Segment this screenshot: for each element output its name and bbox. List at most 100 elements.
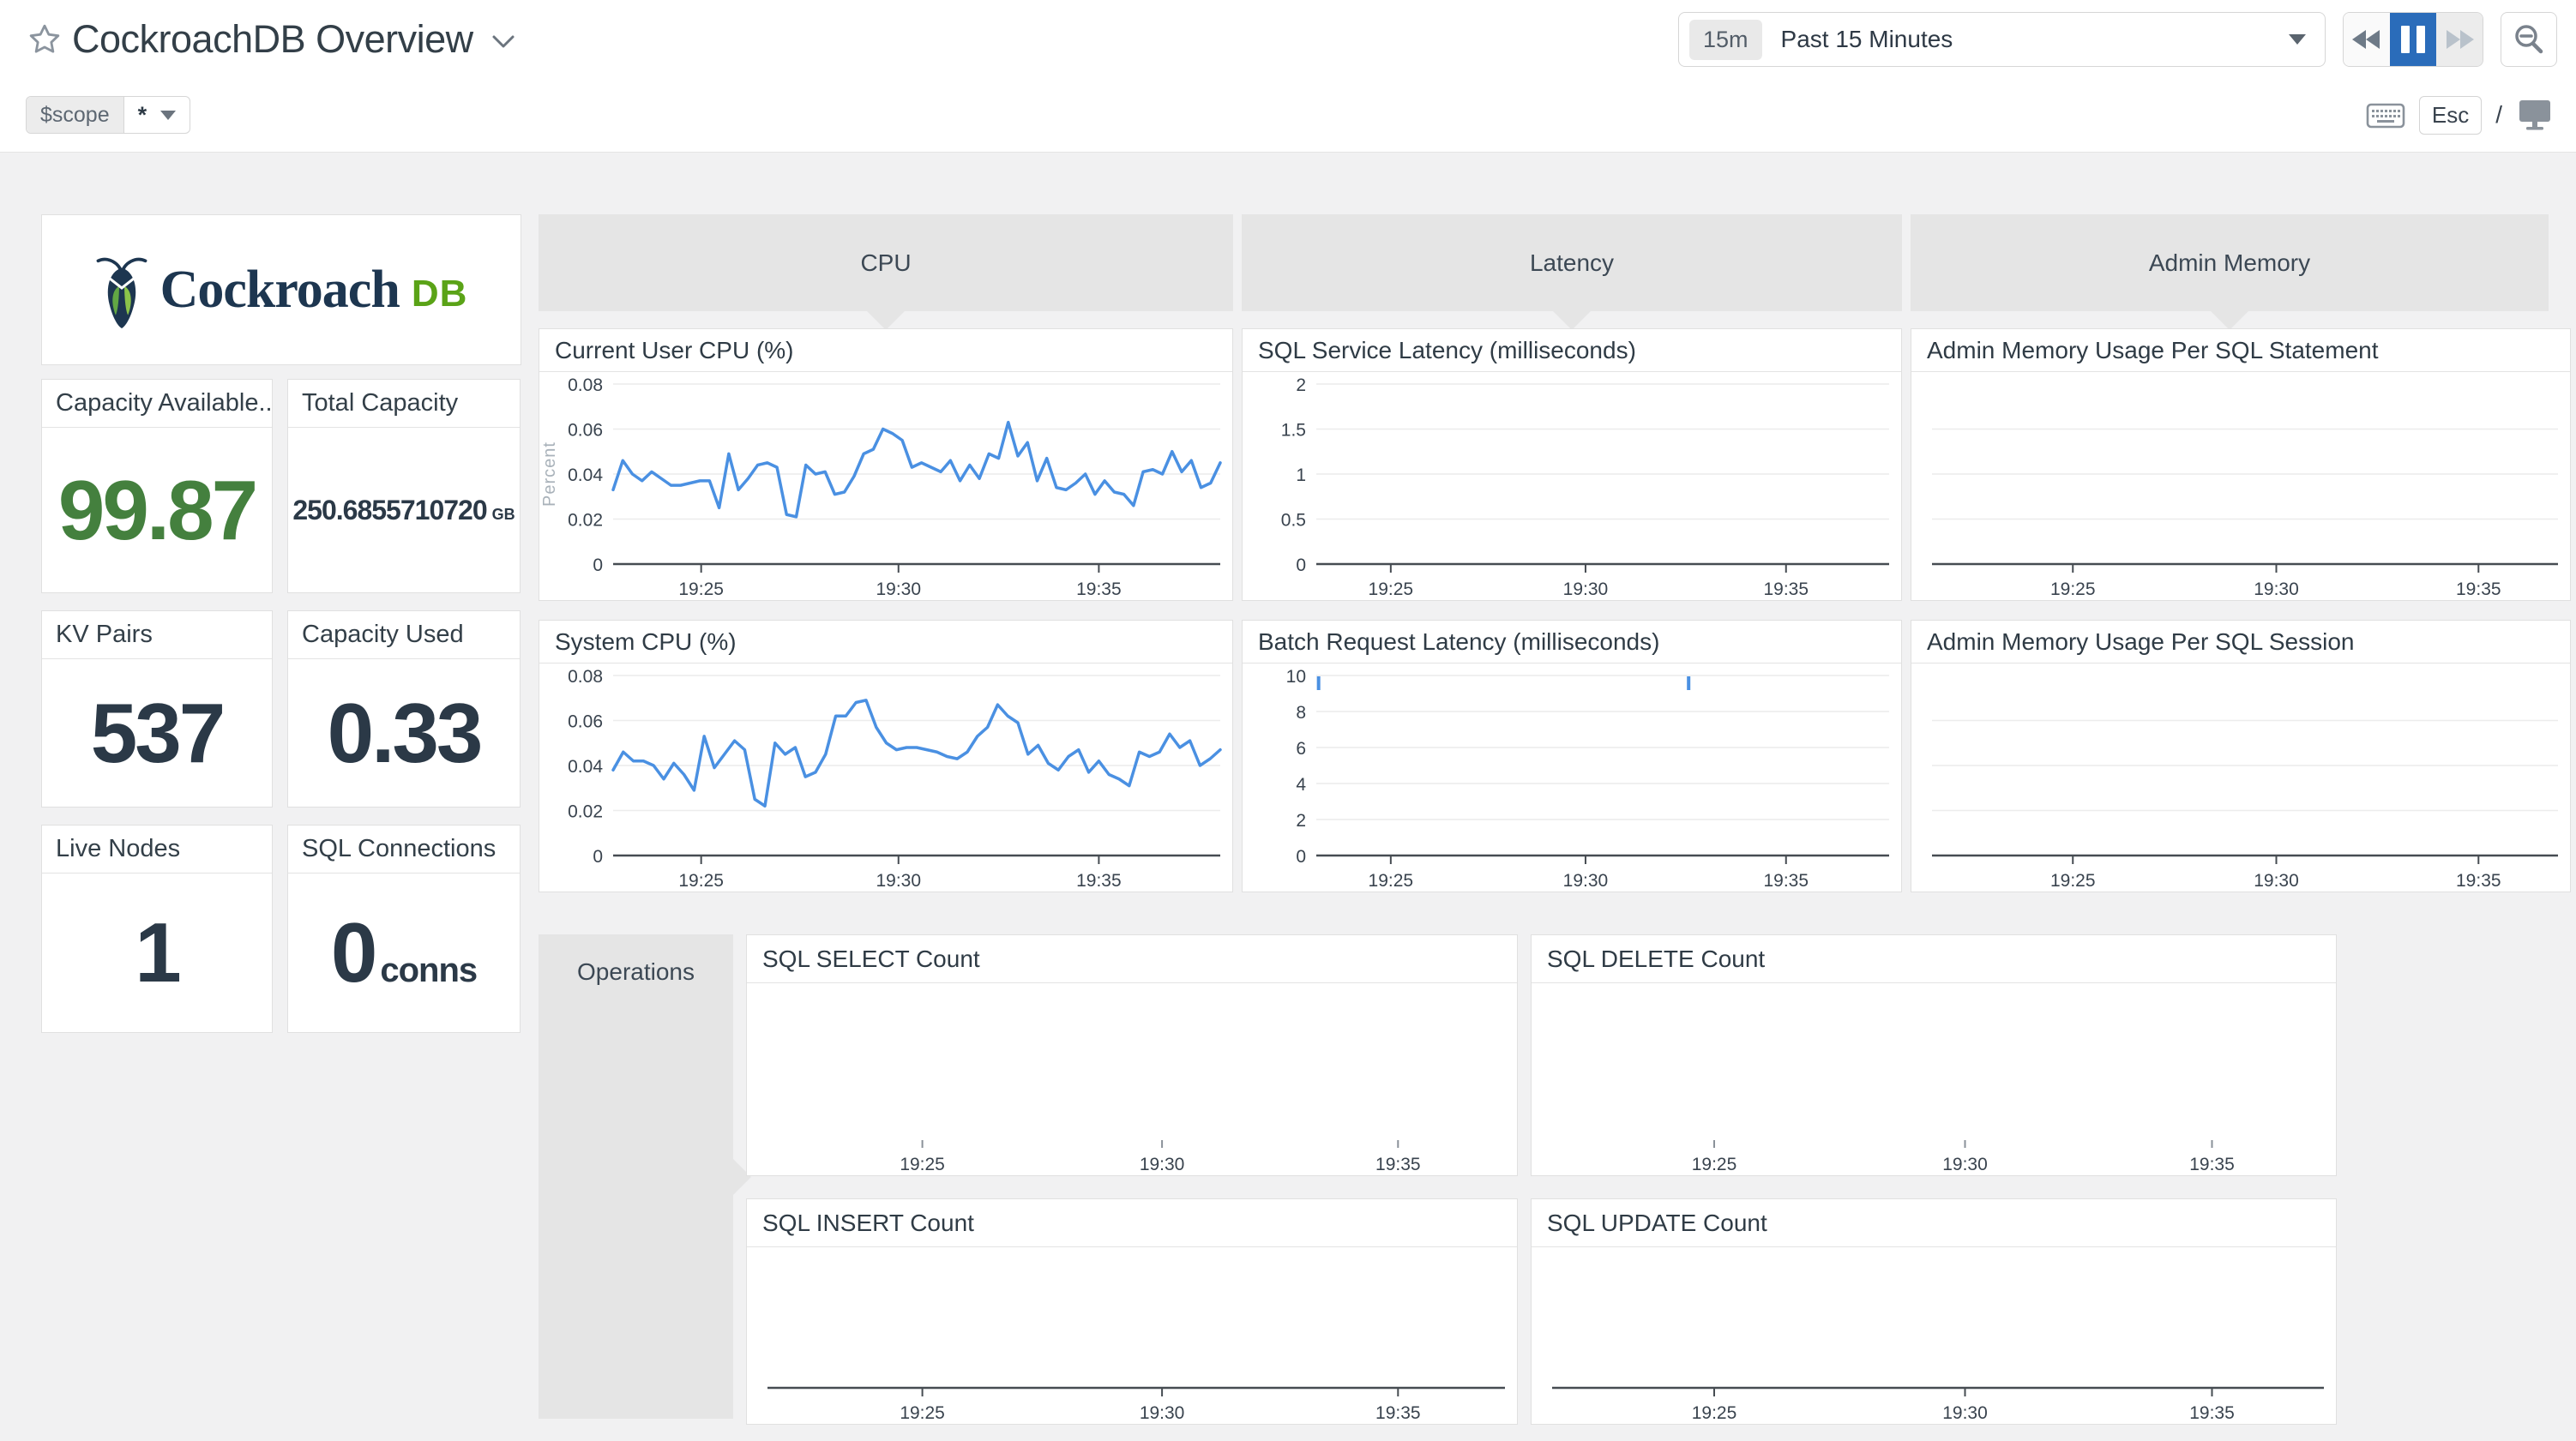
timeseries-plot[interactable]: 19:2519:3019:35	[747, 983, 1517, 1175]
svg-text:1: 1	[1296, 465, 1306, 485]
svg-text:1.5: 1.5	[1281, 421, 1306, 441]
group-banner-admin-memory[interactable]: Admin Memory	[1911, 214, 2549, 311]
svg-text:4: 4	[1296, 775, 1306, 795]
svg-text:19:25: 19:25	[678, 871, 724, 891]
svg-text:0.02: 0.02	[568, 802, 603, 822]
group-banner-latency[interactable]: Latency	[1242, 214, 1902, 311]
chart-title: SQL Service Latency (milliseconds)	[1243, 329, 1901, 372]
chart-title: SQL SELECT Count	[747, 935, 1517, 983]
svg-text:0: 0	[1296, 555, 1306, 575]
scope-key: $scope	[27, 97, 124, 133]
esc-key-hint: Esc	[2419, 96, 2482, 135]
chart-title: Current User CPU (%)	[539, 329, 1232, 372]
scope-value: *	[138, 102, 147, 129]
chart-current-user-cpu: Current User CPU (%) 00.020.040.060.0819…	[539, 328, 1233, 601]
playback-controls	[2343, 12, 2483, 67]
stat-sql-connections: SQL Connections 0conns	[287, 825, 521, 1033]
svg-text:0.08: 0.08	[568, 667, 603, 687]
group-label: CPU	[860, 249, 911, 277]
svg-text:19:25: 19:25	[2050, 871, 2096, 891]
group-label: Latency	[1530, 249, 1614, 277]
chart-title: SQL INSERT Count	[747, 1199, 1517, 1247]
svg-text:19:25: 19:25	[1369, 579, 1414, 599]
svg-text:19:35: 19:35	[1763, 871, 1809, 891]
timeseries-plot[interactable]: 19:25 19:30 19:35	[1532, 983, 2336, 1175]
svg-text:19:25: 19:25	[900, 1155, 945, 1174]
timeseries-plot[interactable]: 00.020.040.060.0819:2519:3019:35Percent	[539, 372, 1232, 600]
svg-text:19:30: 19:30	[2254, 579, 2299, 599]
timeseries-plot[interactable]: 19:2519:3019:35	[1911, 663, 2570, 892]
page-title: CockroachDB Overview	[72, 17, 473, 62]
stat-kv-pairs: KV Pairs 537	[41, 610, 273, 808]
svg-text:19:30: 19:30	[1563, 871, 1609, 891]
svg-text:2: 2	[1296, 375, 1306, 395]
stat-value: 0.33	[328, 685, 481, 782]
timeseries-plot[interactable]: 19:2519:3019:35	[747, 1247, 1517, 1424]
banner-notch	[867, 311, 905, 330]
svg-text:19:25: 19:25	[1692, 1155, 1737, 1174]
stat-unit: GB	[492, 506, 515, 524]
svg-text:19:30: 19:30	[1942, 1155, 1988, 1174]
title-row: CockroachDB Overview 15m Past 15 Minutes	[0, 0, 2576, 79]
logo-suffix: DB	[412, 273, 468, 315]
favorite-button[interactable]	[26, 21, 63, 58]
cockroachdb-logo: Cockroach DB	[41, 214, 521, 365]
chart-title: Batch Request Latency (milliseconds)	[1243, 621, 1901, 663]
svg-text:19:30: 19:30	[1140, 1403, 1185, 1423]
timeseries-plot[interactable]: 00.511.5219:2519:3019:35	[1243, 372, 1901, 600]
rewind-button[interactable]	[2344, 13, 2390, 66]
chart-title: Admin Memory Usage Per SQL Statement	[1911, 329, 2570, 372]
svg-text:0.5: 0.5	[1281, 511, 1306, 531]
chart-system-cpu: System CPU (%) 00.020.040.060.0819:2519:…	[539, 620, 1233, 892]
svg-text:0.04: 0.04	[568, 757, 603, 777]
zoom-out-button[interactable]	[2501, 12, 2557, 67]
shortcut-hints: Esc /	[2366, 96, 2554, 135]
svg-text:19:35: 19:35	[2456, 871, 2501, 891]
banner-notch	[2211, 311, 2248, 330]
timeseries-plot[interactable]: 19:25 19:30 19:35	[1911, 372, 2570, 600]
stat-live-nodes: Live Nodes 1	[41, 825, 273, 1033]
time-range-label: Past 15 Minutes	[1781, 26, 1953, 53]
svg-text:19:25: 19:25	[2050, 579, 2096, 599]
monitor-icon[interactable]	[2516, 99, 2554, 131]
svg-text:10: 10	[1286, 667, 1306, 687]
timeseries-plot[interactable]: 19:2519:3019:35	[1532, 1247, 2336, 1424]
timeseries-plot[interactable]: 024681019:2519:3019:35	[1243, 663, 1901, 892]
chart-title: Admin Memory Usage Per SQL Session	[1911, 621, 2570, 663]
group-label: Operations	[577, 958, 695, 986]
stat-value: 250.6855710720	[292, 495, 486, 526]
svg-text:19:35: 19:35	[2189, 1155, 2235, 1174]
svg-text:19:25: 19:25	[678, 579, 724, 599]
stat-value: 537	[91, 685, 224, 782]
stat-capacity-used: Capacity Used 0.33	[287, 610, 521, 808]
group-banner-operations[interactable]: Operations	[539, 934, 733, 1419]
svg-text:19:35: 19:35	[1375, 1155, 1421, 1174]
time-controls: 15m Past 15 Minutes	[1678, 12, 2557, 67]
chart-title: SQL UPDATE Count	[1532, 1199, 2336, 1247]
stat-value: 1	[135, 904, 179, 1001]
svg-text:0: 0	[593, 555, 603, 575]
svg-text:19:25: 19:25	[1369, 871, 1414, 891]
forward-button[interactable]	[2436, 13, 2483, 66]
stat-label: Capacity Available...	[42, 380, 272, 428]
caret-down-icon	[160, 111, 176, 120]
keyboard-icon[interactable]	[2366, 101, 2405, 129]
chart-batch-request-latency: Batch Request Latency (milliseconds) 024…	[1242, 620, 1902, 892]
time-range-picker[interactable]: 15m Past 15 Minutes	[1678, 12, 2326, 67]
stat-value: 0	[331, 904, 376, 1001]
group-label: Admin Memory	[2149, 249, 2310, 277]
cockroach-bug-icon	[95, 249, 148, 330]
svg-text:19:35: 19:35	[2456, 579, 2501, 599]
time-range-chip: 15m	[1689, 20, 1762, 60]
caret-down-icon	[2289, 34, 2306, 45]
stat-value: 99.87	[58, 462, 256, 559]
timeseries-plot[interactable]: 00.020.040.060.0819:2519:3019:35	[539, 663, 1232, 892]
template-variable-scope[interactable]: $scope *	[26, 96, 190, 134]
chart-sql-select-count: SQL SELECT Count 19:2519:3019:35	[746, 934, 1518, 1176]
pause-button[interactable]	[2390, 13, 2436, 66]
group-banner-cpu[interactable]: CPU	[539, 214, 1233, 311]
svg-text:6: 6	[1296, 739, 1306, 759]
title-menu-button[interactable]	[489, 32, 518, 57]
svg-text:0.06: 0.06	[568, 712, 603, 732]
svg-text:19:30: 19:30	[876, 871, 921, 891]
